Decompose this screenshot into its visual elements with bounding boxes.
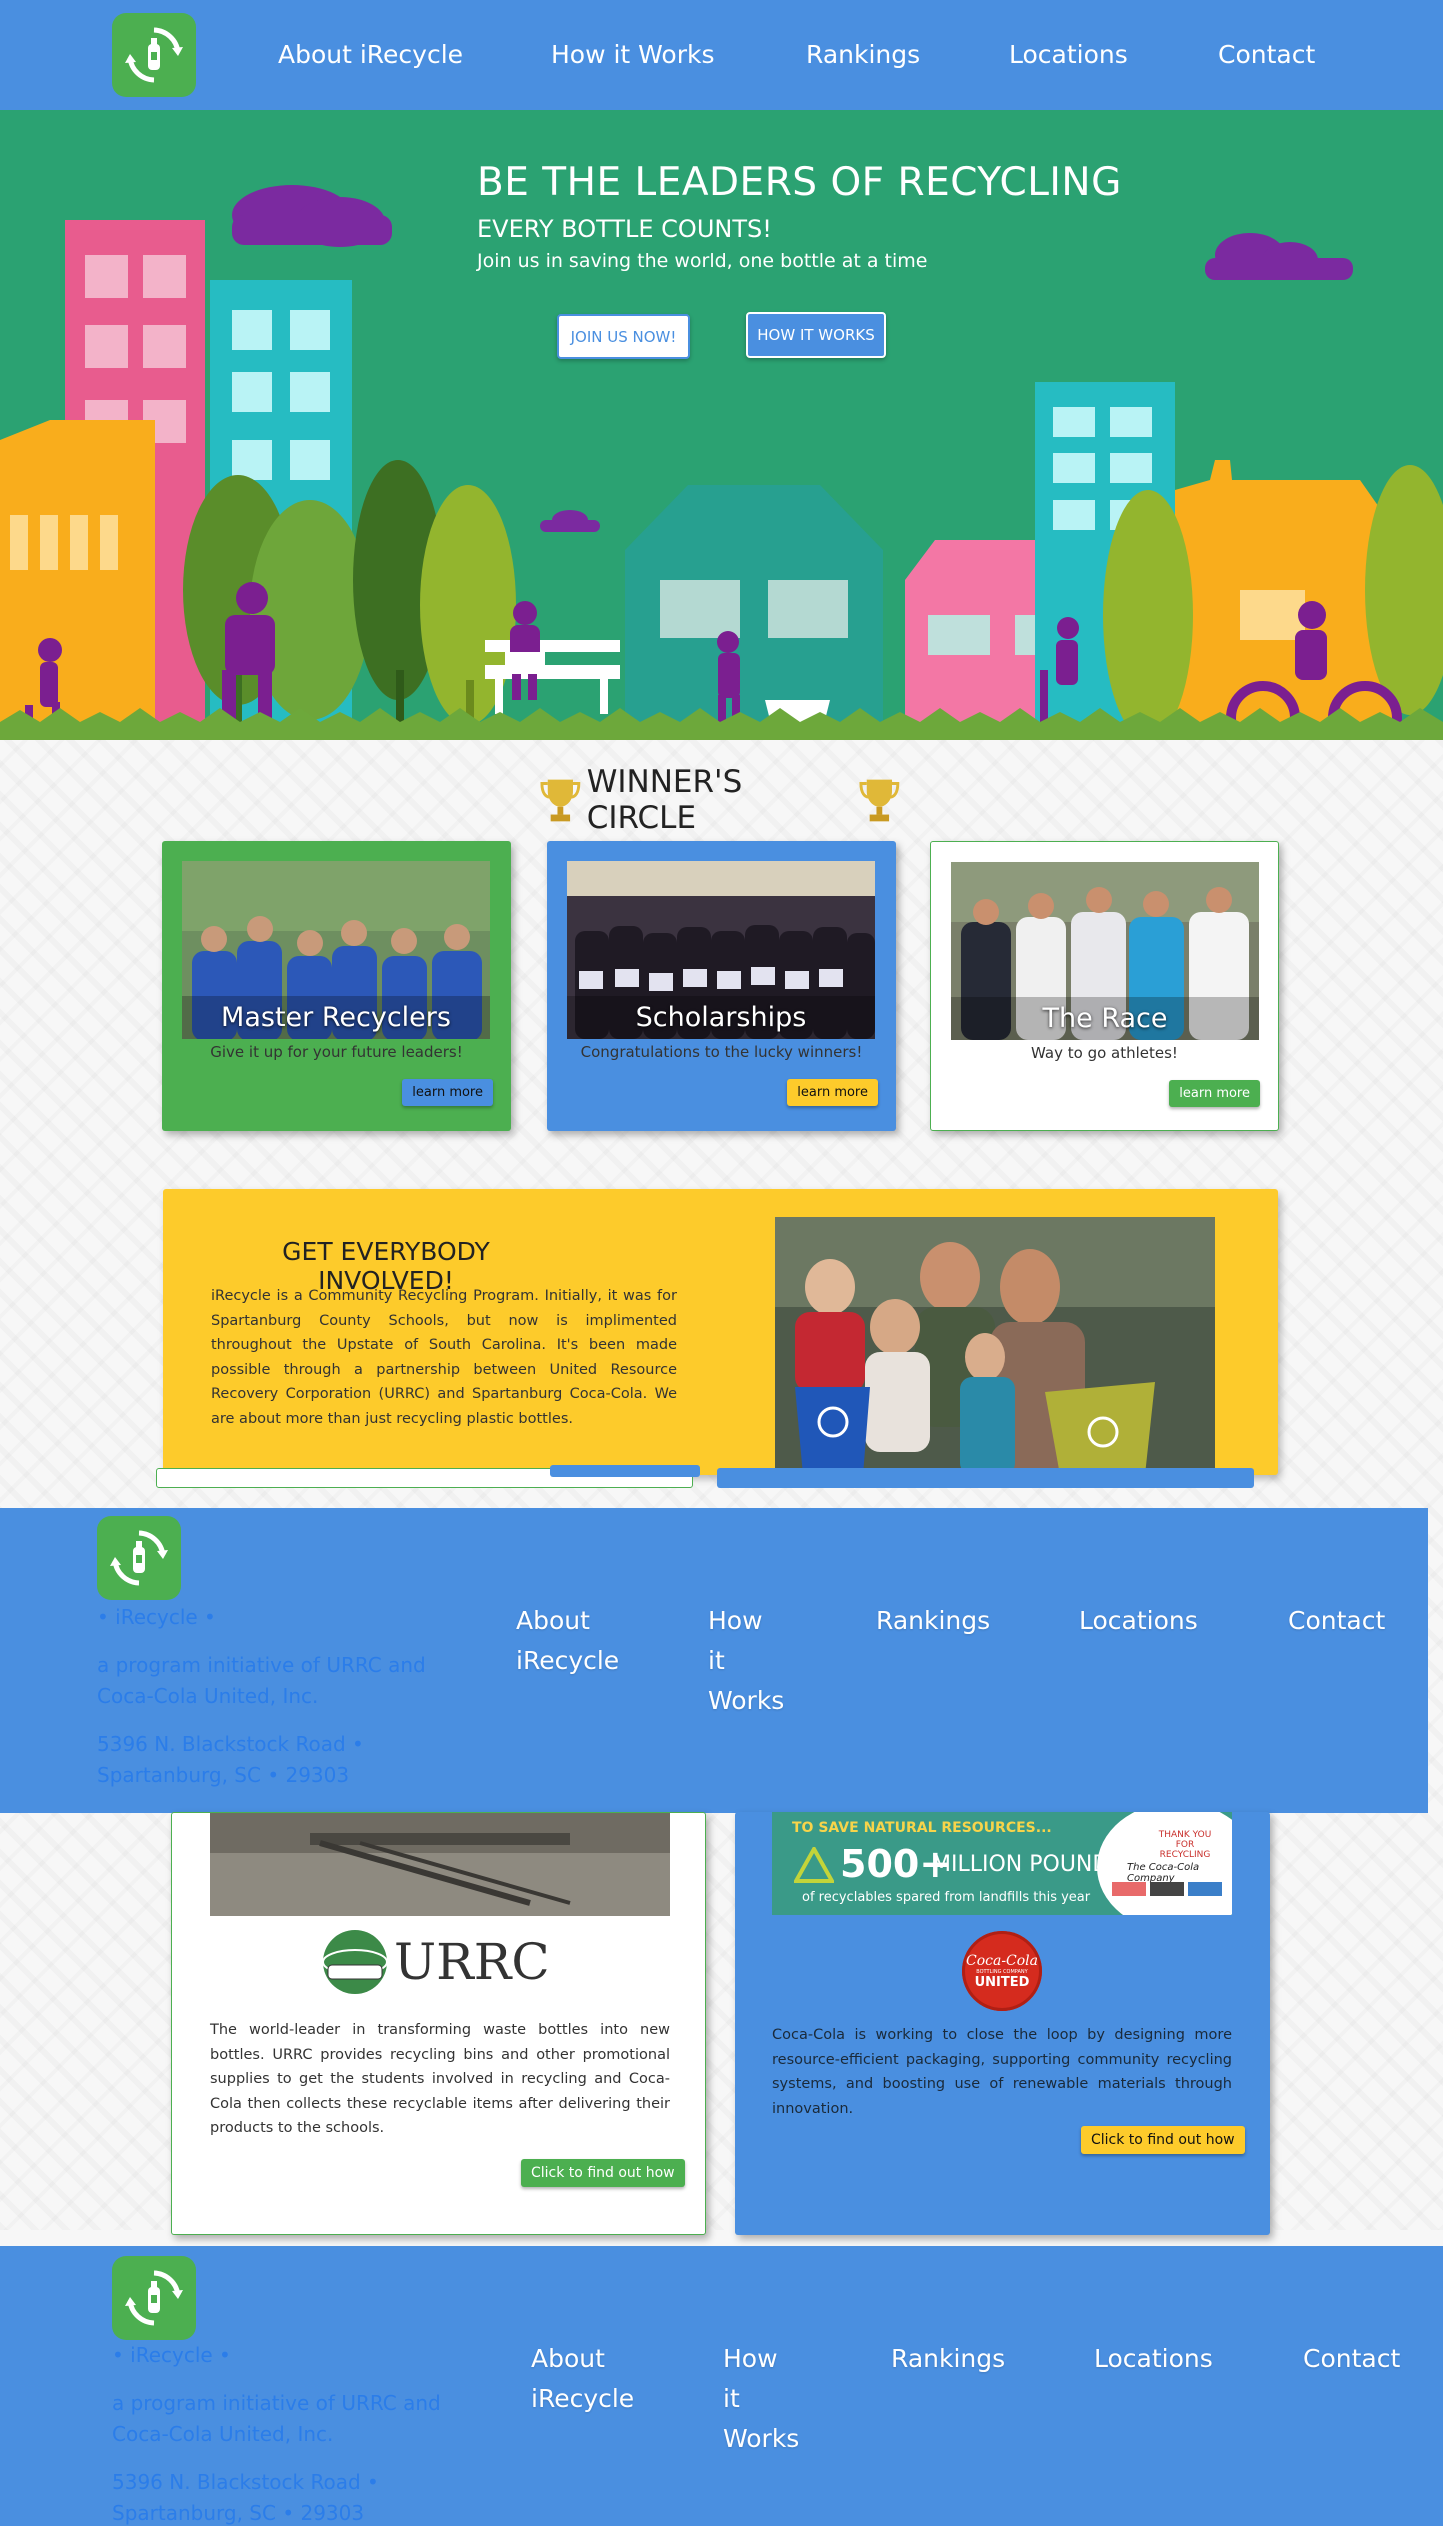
coke-find-out-button[interactable]: Click to find out how — [1081, 2126, 1245, 2154]
get-involved-body: iRecycle is a Community Recycling Progra… — [211, 1288, 677, 1427]
hero-tagline: Join us in saving the world, one bottle … — [477, 250, 928, 272]
footer-nav-rankings[interactable]: Rankings — [876, 1601, 990, 1641]
site-logo[interactable] — [112, 13, 196, 97]
nav-rankings[interactable]: Rankings — [806, 40, 920, 69]
footer-logo[interactable] — [97, 1516, 181, 1600]
coke-united-logo: Coca-Cola BOTTLING COMPANY UNITED — [962, 1931, 1042, 2011]
footer-nav-about[interactable]: About iRecycle — [516, 1601, 656, 1681]
partner-button-peek — [550, 1465, 700, 1477]
winner-card-the-race: The Race Way to go athletes! learn more — [930, 841, 1279, 1131]
master-recyclers-caption: Master Recyclers — [182, 996, 490, 1039]
the-race-caption: The Race — [951, 997, 1259, 1040]
partner-card-edge-right — [717, 1468, 1254, 1488]
coke-banner-brand: The Coca-Cola Company — [1127, 1862, 1200, 1884]
urrc-body: The world-leader in transforming waste b… — [210, 2022, 670, 2136]
recycle-triangle-icon — [794, 1847, 834, 1883]
footer-brand: • iRecycle • — [97, 1605, 216, 1629]
urrc-facility-photo — [210, 1813, 670, 1916]
hero-subtitle: EVERY BOTTLE COUNTS! — [477, 215, 772, 243]
trophy-icon — [859, 779, 900, 822]
footer-nav-contact[interactable]: Contact — [1288, 1601, 1385, 1641]
coke-banner-small: of recyclables spared from landfills thi… — [802, 1890, 1091, 1905]
coke-banner-top: TO SAVE NATURAL RESOURCES... — [792, 1820, 1052, 1836]
recycle-bottle-icon — [125, 27, 183, 83]
coke-banner-thanks: THANK YOU FOR RECYCLING — [1158, 1830, 1212, 1860]
footer-nav-how-it-works[interactable]: How it Works — [723, 2339, 799, 2459]
winner-card-master-recyclers: Master Recyclers Give it up for your fut… — [162, 841, 511, 1131]
coke-body: Coca-Cola is working to close the loop b… — [772, 2027, 1232, 2117]
footer-nav-how-it-works[interactable]: How it Works — [708, 1601, 784, 1721]
nav-how-it-works[interactable]: How it Works — [551, 40, 715, 69]
winners-circle-title: WINNER'S CIRCLE — [586, 764, 743, 836]
the-race-desc: Way to go athletes! — [1031, 1044, 1178, 1062]
nav-contact[interactable]: Contact — [1218, 40, 1315, 69]
urrc-logo: URRC — [320, 1927, 560, 1997]
footer-nav-locations[interactable]: Locations — [1094, 2339, 1213, 2379]
hero-banner: BE THE LEADERS OF RECYCLING EVERY BOTTLE… — [0, 110, 1443, 740]
scholarships-learn-more-button[interactable]: learn more — [787, 1079, 878, 1106]
urrc-globe-icon — [322, 1930, 388, 1994]
footer-initiative: a program initiative of URRC and Coca-Co… — [112, 2391, 441, 2446]
coke-partner-card: TO SAVE NATURAL RESOURCES... 500+ MILLIO… — [735, 1812, 1270, 2235]
footer-brand: • iRecycle • — [112, 2343, 231, 2367]
coke-partner-logos — [1112, 1882, 1222, 1896]
urrc-partner-card: URRC The world-leader in transforming wa… — [171, 1812, 706, 2235]
hero-title: BE THE LEADERS OF RECYCLING — [477, 160, 1122, 205]
recycle-bottle-icon — [125, 2270, 183, 2326]
scholarships-caption: Scholarships — [567, 996, 875, 1039]
urrc-find-out-button[interactable]: Click to find out how — [521, 2159, 685, 2187]
footer-nav-contact[interactable]: Contact — [1303, 2339, 1400, 2379]
master-recyclers-desc: Give it up for your future leaders! — [210, 1043, 463, 1061]
the-race-learn-more-button[interactable]: learn more — [1169, 1080, 1260, 1107]
coke-logo-text: Coca-Cola — [965, 1952, 1039, 1969]
footer-initiative: a program initiative of URRC and Coca-Co… — [97, 1653, 426, 1708]
trophy-icon — [540, 779, 581, 822]
nav-locations[interactable]: Locations — [1009, 40, 1128, 69]
footer-overlay: • iRecycle • a program initiative of URR… — [0, 1508, 1428, 1813]
footer-nav-locations[interactable]: Locations — [1079, 1601, 1198, 1641]
footer-logo[interactable] — [112, 2256, 196, 2340]
footer-nav-rankings[interactable]: Rankings — [891, 2339, 1005, 2379]
winner-card-scholarships: Scholarships Congratulations to the luck… — [547, 841, 896, 1131]
footer: • iRecycle • a program initiative of URR… — [0, 2246, 1443, 2526]
footer-nav-about[interactable]: About iRecycle — [531, 2339, 671, 2419]
join-us-button[interactable]: JOIN US NOW! — [557, 314, 690, 359]
winners-circle-heading: WINNER'S CIRCLE — [540, 764, 900, 836]
family-recycling-photo — [775, 1217, 1215, 1475]
coke-banner-unit: MILLION POUNDS — [932, 1852, 1124, 1877]
urrc-logo-text: URRC — [394, 1933, 550, 1991]
scholarships-desc: Congratulations to the lucky winners! — [580, 1043, 863, 1061]
nav-about[interactable]: About iRecycle — [278, 40, 463, 69]
coke-logo-united: UNITED — [974, 1974, 1030, 1990]
footer-address: 5396 N. Blackstock Road • Spartanburg, S… — [97, 1732, 364, 1787]
get-involved-section: GET EVERYBODY INVOLVED! iRecycle is a Co… — [163, 1189, 1278, 1475]
recycle-bottle-icon — [110, 1530, 168, 1586]
how-it-works-button[interactable]: HOW IT WORKS — [746, 312, 886, 358]
top-navbar: About iRecycle How it Works Rankings Loc… — [0, 0, 1443, 110]
coke-banner: TO SAVE NATURAL RESOURCES... 500+ MILLIO… — [772, 1812, 1232, 1915]
master-recyclers-learn-more-button[interactable]: learn more — [402, 1079, 493, 1106]
footer-address: 5396 N. Blackstock Road • Spartanburg, S… — [112, 2470, 379, 2525]
